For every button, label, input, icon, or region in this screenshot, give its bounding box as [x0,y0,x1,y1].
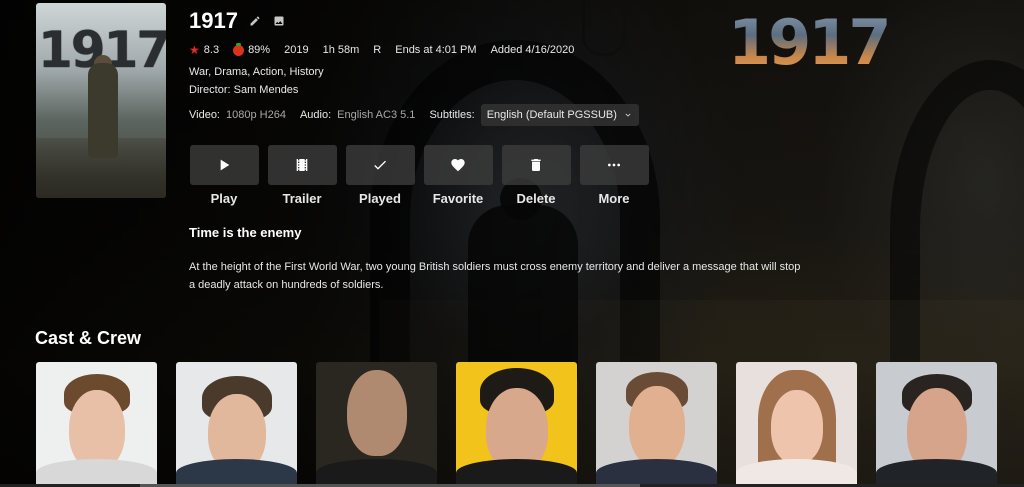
cast-card[interactable] [176,362,297,487]
cast-card[interactable] [36,362,157,487]
action-buttons: Play Trailer Played Favorite Delete More [189,145,649,206]
genres[interactable]: War, Drama, Action, History [189,66,324,78]
page-title: 1917 [189,8,238,33]
more-label: More [598,191,630,206]
heart-icon [451,159,465,172]
edit-icon[interactable] [248,14,262,28]
more-button[interactable]: More [579,145,649,206]
ends-at: Ends at 4:01 PM [395,44,477,56]
trailer-button[interactable]: Trailer [267,145,337,206]
trailer-label: Trailer [282,191,322,206]
movie-poster[interactable]: 1917 [36,3,166,198]
more-icon [608,163,620,167]
community-rating-value: 8.3 [203,44,220,56]
play-button[interactable]: Play [189,145,259,206]
cast-card[interactable] [316,362,437,487]
subtitles-label: Subtitles: [429,109,475,121]
image-icon[interactable] [272,14,286,28]
trash-icon [531,159,541,171]
favorite-label: Favorite [432,191,484,206]
cast-card[interactable] [736,362,857,487]
official-rating: R [373,44,382,56]
critic-rating-value: 89% [248,44,271,56]
cast-card[interactable] [596,362,717,487]
cast-list [36,362,997,487]
director[interactable]: Director: Sam Mendes [189,84,298,96]
title-row: 1917 [189,8,286,34]
community-rating: ★ 8.3 [189,43,219,57]
cast-heading: Cast & Crew [35,328,142,348]
delete-button[interactable]: Delete [501,145,571,206]
film-icon [296,159,308,171]
critic-rating: 89% [233,42,271,56]
overview: At the height of the First World War, tw… [189,261,801,291]
play-icon [220,159,230,171]
tagline: Time is the enemy [189,225,302,240]
played-button[interactable]: Played [345,145,415,206]
meta-row: ★ 8.3 89% 2019 1h 58m R Ends at 4:01 PM … [189,42,575,57]
movie-logo: 1917 [728,6,892,79]
check-icon [374,160,386,170]
video-value: 1080p H264 [226,109,286,121]
audio-value: English AC3 5.1 [337,109,416,121]
delete-label: Delete [516,191,556,206]
year: 2019 [284,44,309,56]
audio-label: Audio: [299,109,332,121]
play-label: Play [210,191,238,206]
subtitles-select[interactable]: English (Default PGSSUB) [480,104,639,126]
media-info-row: Video: 1080p H264 Audio: English AC3 5.1… [189,104,639,126]
date-added: Added 4/16/2020 [490,44,575,56]
chevron-down-icon [625,113,631,117]
subtitles-value: English (Default PGSSUB) [486,109,617,121]
cast-card[interactable] [876,362,997,487]
favorite-button[interactable]: Favorite [423,145,493,206]
video-label: Video: [189,109,220,121]
tomato-icon [233,42,245,56]
star-icon: ★ [189,43,200,57]
cast-card[interactable] [456,362,577,487]
played-label: Played [359,191,401,206]
runtime: 1h 58m [322,44,360,56]
